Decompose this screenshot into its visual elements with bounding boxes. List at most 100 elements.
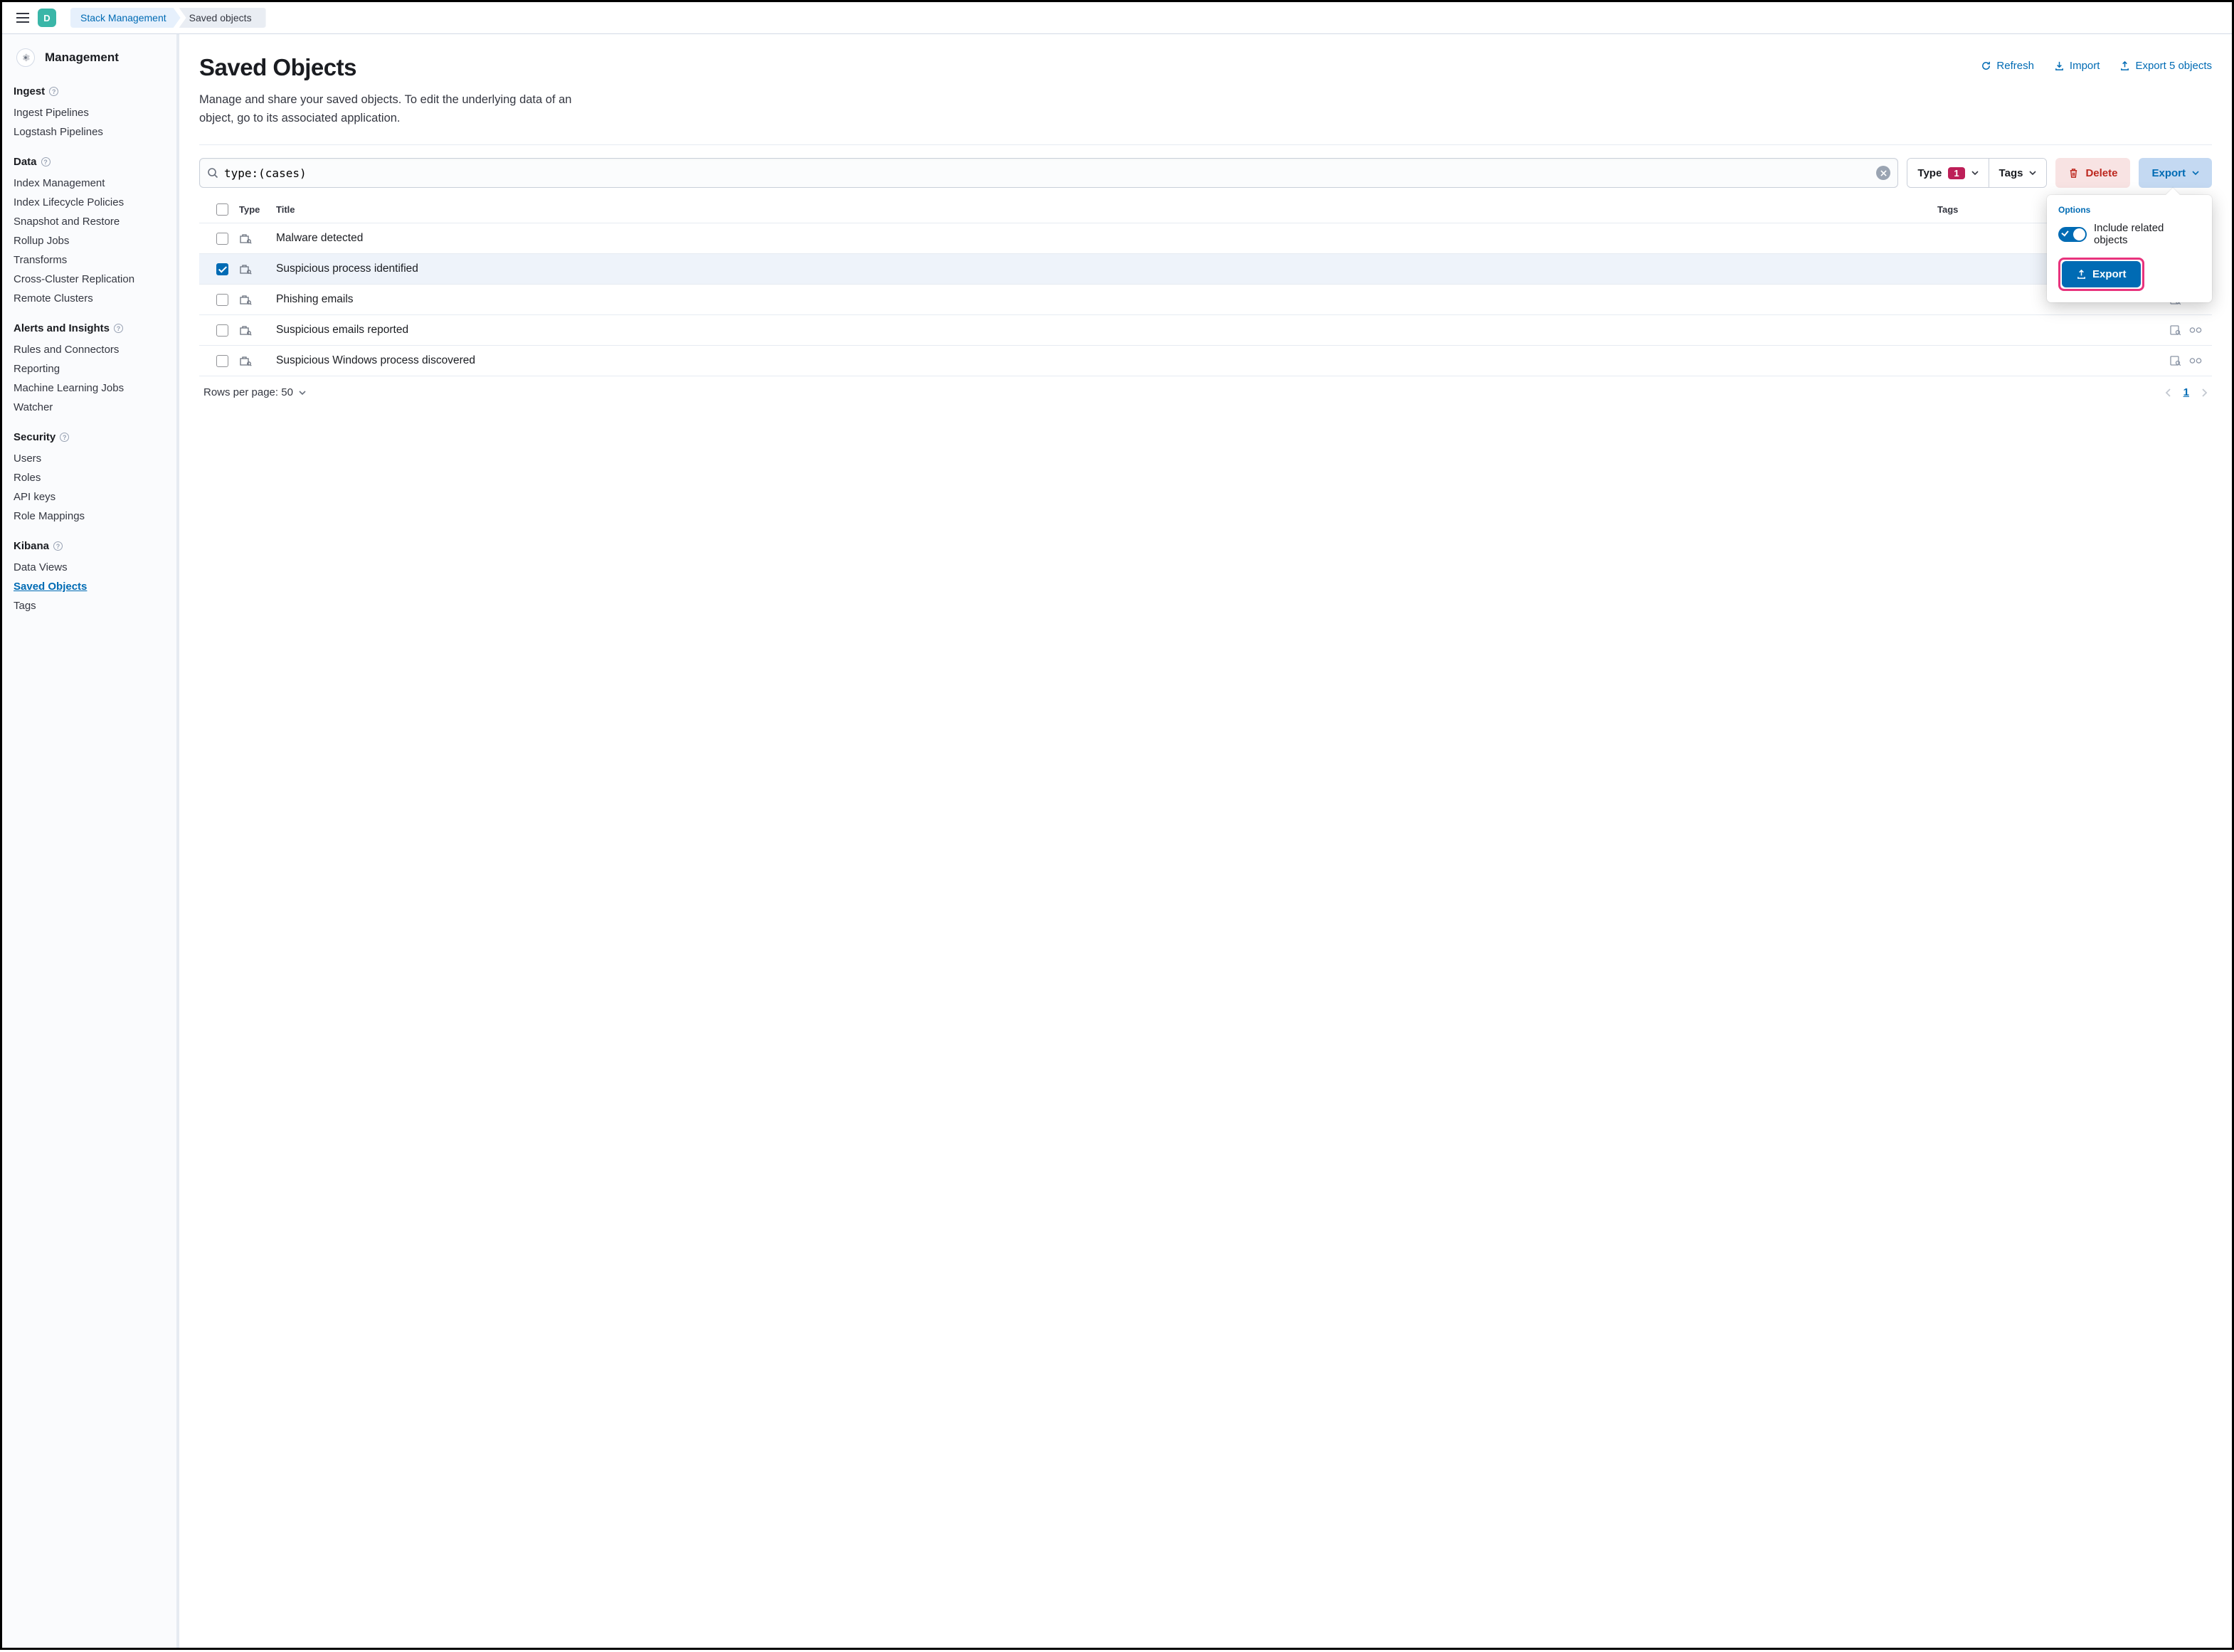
search-input[interactable] (218, 166, 1876, 180)
sidebar-item-tags[interactable]: Tags (14, 596, 171, 615)
sidebar-group-security: Security? (14, 431, 171, 443)
case-type-icon (239, 263, 276, 275)
row-title[interactable]: Suspicious emails reported (276, 324, 1937, 337)
breadcrumb-stack-management[interactable]: Stack Management (70, 8, 181, 28)
refresh-button[interactable]: Refresh (1981, 60, 2034, 72)
sidebar-item-users[interactable]: Users (14, 449, 171, 468)
sidebar-item-reporting[interactable]: Reporting (14, 359, 171, 378)
row-checkbox[interactable] (216, 324, 228, 337)
relationships-icon[interactable] (2189, 354, 2202, 367)
sidebar-item-logstash-pipelines[interactable]: Logstash Pipelines (14, 122, 171, 142)
search-icon (207, 167, 218, 179)
divider (199, 144, 2212, 145)
sidebar-item-watcher[interactable]: Watcher (14, 398, 171, 417)
info-icon[interactable]: ? (114, 324, 123, 333)
chevron-down-icon (2029, 169, 2036, 176)
sidebar-group-alerts-and-insights: Alerts and Insights? (14, 322, 171, 334)
sidebar-item-index-management[interactable]: Index Management (14, 174, 171, 193)
sidebar-item-rules-and-connectors[interactable]: Rules and Connectors (14, 340, 171, 359)
table-row: Phishing emails (199, 284, 2212, 314)
chevron-down-icon (299, 389, 306, 396)
row-checkbox[interactable] (216, 355, 228, 367)
table-row: Suspicious emails reported (199, 314, 2212, 345)
import-button[interactable]: Import (2054, 60, 2100, 72)
export-all-button[interactable]: Export 5 objects (2119, 60, 2212, 72)
sidebar-group-data: Data? (14, 156, 171, 168)
rows-per-page-button[interactable]: Rows per page: 50 (203, 386, 306, 398)
export-icon (2119, 60, 2130, 71)
page-1-button[interactable]: 1 (2183, 386, 2189, 398)
inspect-icon[interactable] (2169, 324, 2182, 337)
relationships-icon[interactable] (2189, 324, 2202, 337)
search-box[interactable] (199, 158, 1898, 188)
sidebar-group-kibana: Kibana? (14, 540, 171, 552)
prev-page-button[interactable] (2165, 386, 2172, 398)
sidebar-item-snapshot-and-restore[interactable]: Snapshot and Restore (14, 212, 171, 231)
export-icon (2076, 269, 2087, 280)
sidebar-item-remote-clusters[interactable]: Remote Clusters (14, 289, 171, 308)
row-title[interactable]: Malware detected (276, 232, 1937, 245)
sidebar-item-roles[interactable]: Roles (14, 468, 171, 487)
case-type-icon (239, 293, 276, 306)
breadcrumb-saved-objects: Saved objects (179, 8, 266, 28)
menu-toggle-button[interactable] (14, 10, 32, 26)
type-filter-button[interactable]: Type 1 (1907, 159, 1988, 187)
inspect-icon[interactable] (2169, 354, 2182, 367)
header-type[interactable]: Type (239, 204, 276, 215)
row-title[interactable]: Suspicious process identified (276, 263, 1937, 275)
info-icon[interactable]: ? (53, 541, 63, 551)
row-checkbox[interactable] (216, 263, 228, 275)
pagination: 1 (2165, 386, 2208, 398)
select-all-checkbox[interactable] (216, 203, 228, 216)
sidebar-item-api-keys[interactable]: API keys (14, 487, 171, 507)
sidebar: Management Ingest? Ingest PipelinesLogsta… (2, 34, 179, 1648)
export-button[interactable]: Export (2139, 158, 2212, 188)
sidebar-item-saved-objects[interactable]: Saved Objects (14, 577, 171, 596)
row-checkbox[interactable] (216, 233, 228, 245)
breadcrumb: Stack Management Saved objects (70, 8, 266, 28)
chevron-down-icon (1971, 169, 1979, 176)
row-title[interactable]: Suspicious Windows process discovered (276, 354, 1937, 367)
table-footer: Rows per page: 50 1 (199, 376, 2212, 408)
export-popover: Options Include related objects Export (2047, 195, 2212, 302)
sidebar-title: Management (45, 51, 119, 65)
case-type-icon (239, 324, 276, 337)
page-description: Manage and share your saved objects. To … (199, 91, 598, 127)
sidebar-item-transforms[interactable]: Transforms (14, 250, 171, 270)
gear-icon (16, 48, 35, 67)
chevron-down-icon (2192, 169, 2199, 176)
table-row: Suspicious Windows process discovered (199, 345, 2212, 376)
row-checkbox[interactable] (216, 294, 228, 306)
info-icon[interactable]: ? (41, 157, 51, 166)
info-icon[interactable]: ? (60, 433, 69, 442)
sidebar-item-data-views[interactable]: Data Views (14, 558, 171, 577)
case-type-icon (239, 354, 276, 367)
delete-button[interactable]: Delete (2055, 158, 2130, 188)
sidebar-item-role-mappings[interactable]: Role Mappings (14, 507, 171, 526)
close-icon (1880, 170, 1887, 176)
row-title[interactable]: Phishing emails (276, 293, 1937, 306)
sidebar-item-machine-learning-jobs[interactable]: Machine Learning Jobs (14, 378, 171, 398)
table-row: Malware detected (199, 223, 2212, 253)
popover-export-button[interactable]: Export (2062, 261, 2141, 287)
include-related-switch[interactable] (2058, 227, 2087, 242)
include-related-label: Include related objects (2094, 222, 2201, 246)
next-page-button[interactable] (2201, 386, 2208, 398)
info-icon[interactable]: ? (49, 87, 58, 96)
header-title[interactable]: Title (276, 204, 1937, 215)
space-badge[interactable]: D (38, 9, 56, 27)
sidebar-group-ingest: Ingest? (14, 85, 171, 97)
table-row: Suspicious process identified (199, 253, 2212, 284)
saved-objects-table: Type Title Tags Malware detectedSuspicio… (199, 196, 2212, 408)
main-content: Saved Objects Refresh Import Export 5 ob… (179, 34, 2232, 1648)
trash-icon (2068, 168, 2079, 179)
sidebar-item-index-lifecycle-policies[interactable]: Index Lifecycle Policies (14, 193, 171, 212)
sidebar-item-cross-cluster-replication[interactable]: Cross-Cluster Replication (14, 270, 171, 289)
clear-search-button[interactable] (1876, 166, 1890, 180)
tags-filter-button[interactable]: Tags (1989, 159, 2047, 187)
filter-group: Type 1 Tags (1907, 158, 2047, 188)
sidebar-item-rollup-jobs[interactable]: Rollup Jobs (14, 231, 171, 250)
case-type-icon (239, 232, 276, 245)
type-filter-count-badge: 1 (1948, 167, 1964, 179)
sidebar-item-ingest-pipelines[interactable]: Ingest Pipelines (14, 103, 171, 122)
